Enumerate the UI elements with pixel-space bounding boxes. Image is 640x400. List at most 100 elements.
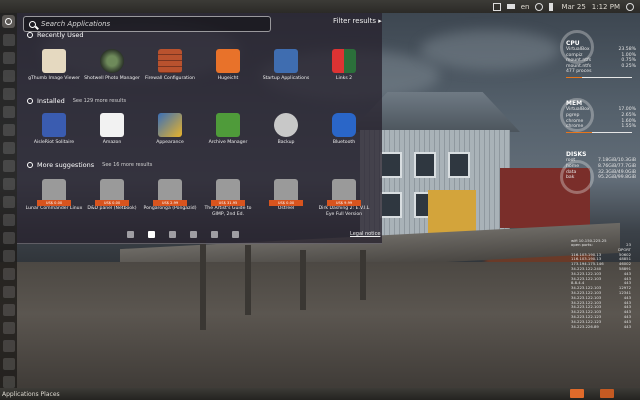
launcher-item[interactable] xyxy=(2,376,15,388)
brick-wall-icon xyxy=(158,49,182,73)
keyboard-indicator[interactable]: en xyxy=(521,3,530,11)
clock-date[interactable]: Mar 25 xyxy=(561,3,585,11)
app-tile[interactable]: Links 2 xyxy=(315,49,373,82)
price-badge: US$ 0.00 xyxy=(95,200,129,206)
conky-network: wifi 10.150.225.25 open ports: 23 DPORT 1… xyxy=(571,238,631,329)
share-icon xyxy=(216,49,240,73)
launcher-item[interactable] xyxy=(2,142,15,154)
music-lens-icon[interactable] xyxy=(190,231,197,238)
app-tile[interactable]: US$ 0.00 Lunar Commander Linux xyxy=(25,179,83,218)
volume-icon[interactable] xyxy=(549,2,555,11)
app-tile[interactable]: Startup Applications xyxy=(257,49,315,82)
app-label: Bluetooth xyxy=(332,140,356,145)
app-tile[interactable]: Firewall Configuration xyxy=(141,49,199,82)
app-tile[interactable]: Shotwell Photo Manager xyxy=(83,49,141,82)
remote-ip: 34.223.226.89 xyxy=(571,323,599,329)
proc-val: 1.55% xyxy=(621,124,636,130)
launcher-item[interactable] xyxy=(2,160,15,172)
package-icon: US$ 2.99 xyxy=(153,179,187,206)
launcher-item[interactable] xyxy=(2,124,15,136)
photos-lens-icon[interactable] xyxy=(211,231,218,238)
backup-icon xyxy=(274,113,298,137)
section-recently-used[interactable]: Recently Used xyxy=(27,31,83,39)
launcher-item[interactable] xyxy=(2,340,15,352)
app-label: Amazon xyxy=(102,140,122,145)
app-label: The Artist's Guide to GIMP, 2nd Ed. xyxy=(204,206,252,217)
launcher-item[interactable] xyxy=(2,304,15,316)
launcher-item[interactable] xyxy=(2,196,15,208)
launcher-item[interactable] xyxy=(2,250,15,262)
video-lens-icon[interactable] xyxy=(232,231,239,238)
launcher-item[interactable] xyxy=(2,52,15,64)
app-tile[interactable]: US$ 2.99 Pongaronga (Pongazid) xyxy=(141,179,199,218)
gear-icon xyxy=(274,49,298,73)
bluetooth-icon xyxy=(332,113,356,137)
power-icon[interactable] xyxy=(626,2,634,11)
taskbar-button[interactable] xyxy=(570,389,584,398)
home-lens-icon[interactable] xyxy=(127,231,134,238)
installed-icon xyxy=(27,98,33,104)
applications-lens-icon[interactable] xyxy=(148,231,155,238)
app-tile[interactable]: US$ 31.95 The Artist's Guide to GIMP, 2nd… xyxy=(199,179,257,218)
launcher-item[interactable] xyxy=(2,178,15,190)
app-tile[interactable]: US$ 9.99 Dirk Dashing 2: E.V.I.L Eye Full… xyxy=(315,179,373,218)
section-installed[interactable]: Installed See 129 more results xyxy=(27,97,126,105)
connection-row: 34.223.226.89 443 xyxy=(571,323,631,330)
app-tile[interactable]: US$ 0.00 D&D panel (Netbook) xyxy=(83,179,141,218)
app-label: Startup Applications xyxy=(262,76,310,81)
battery-icon[interactable] xyxy=(506,4,515,9)
launcher-item[interactable] xyxy=(2,88,15,100)
search-input[interactable] xyxy=(41,20,261,28)
network-icon[interactable] xyxy=(535,2,544,11)
launcher-item[interactable] xyxy=(2,268,15,280)
package-icon: US$ 0.00 xyxy=(95,179,129,206)
app-tile[interactable]: Archive Manager xyxy=(199,113,257,146)
app-tile[interactable]: US$ 0.00 Ostreel xyxy=(257,179,315,218)
app-tile[interactable]: Amazon xyxy=(83,113,141,146)
launcher-item[interactable] xyxy=(2,214,15,226)
search-box[interactable] xyxy=(23,16,271,32)
price-badge: US$ 9.99 xyxy=(327,200,361,206)
cards-icon xyxy=(42,113,66,137)
launcher-item[interactable] xyxy=(2,322,15,334)
see-more-link[interactable]: See 16 more results xyxy=(102,162,152,168)
app-label: Firewall Configuration xyxy=(145,76,195,81)
clock-time[interactable]: 1:12 PM xyxy=(592,3,620,11)
price-badge: US$ 2.99 xyxy=(153,200,187,206)
app-tile[interactable]: gThumb Image Viewer xyxy=(25,49,83,82)
app-tile[interactable]: Backup xyxy=(257,113,315,146)
filter-results-button[interactable]: Filter results ▸ xyxy=(333,17,382,25)
mail-icon[interactable] xyxy=(492,2,501,11)
see-more-link[interactable]: See 129 more results xyxy=(73,98,126,104)
launcher-item[interactable] xyxy=(2,232,15,244)
launcher-item[interactable] xyxy=(2,34,15,46)
links-icon xyxy=(332,49,356,73)
section-more-suggestions[interactable]: More suggestions See 16 more results xyxy=(27,161,152,169)
app-label: Shotwell Photo Manager xyxy=(84,76,140,81)
bottom-panel: Applications Places xyxy=(0,388,640,400)
conky-system-monitor: CPU VirtualBox 23.58% compiz 1.00% mount.n… xyxy=(566,40,636,181)
app-tile[interactable]: AisleRiot Solitaire xyxy=(25,113,83,146)
files-lens-icon[interactable] xyxy=(169,231,176,238)
legal-notice-link[interactable]: Legal notice xyxy=(350,231,380,237)
launcher-item[interactable] xyxy=(2,286,15,298)
suggestion-apps-row: US$ 0.00 Lunar Commander Linux US$ 0.00 D&… xyxy=(25,179,377,218)
taskbar-button[interactable] xyxy=(600,389,614,398)
package-icon: US$ 9.99 xyxy=(327,179,361,206)
launcher-item[interactable] xyxy=(2,358,15,370)
launcher-item[interactable] xyxy=(2,106,15,118)
process-count: 477 proces xyxy=(566,69,592,75)
remote-port: 443 xyxy=(623,323,631,329)
app-label: Hugeicht xyxy=(217,76,239,81)
app-tile[interactable]: Appearance xyxy=(141,113,199,146)
launcher-item[interactable] xyxy=(2,70,15,82)
lens-bar xyxy=(127,231,239,238)
app-tile[interactable]: Hugeicht xyxy=(199,49,257,82)
bottom-menu-label[interactable]: Applications Places xyxy=(2,391,60,398)
clock-icon xyxy=(27,32,33,38)
app-label: Pongaronga (Pongazid) xyxy=(143,206,197,211)
disk-name: bak xyxy=(566,175,575,181)
suggestions-icon xyxy=(27,162,33,168)
dash-home-button[interactable] xyxy=(2,15,15,28)
app-tile[interactable]: Bluetooth xyxy=(315,113,373,146)
